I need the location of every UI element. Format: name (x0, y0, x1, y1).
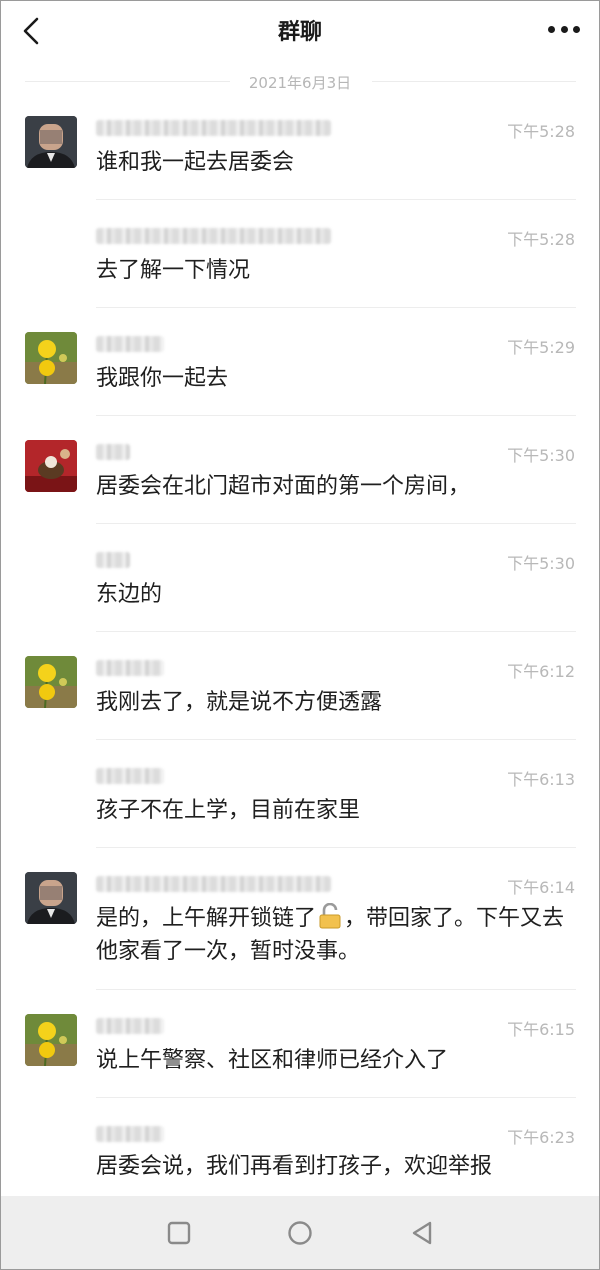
message-time: 下午6:15 (507, 1020, 575, 1039)
message-item[interactable]: 下午6:12 我刚去了，就是说不方便透露 (0, 650, 600, 740)
chat-header: 群聊 (0, 0, 600, 64)
message-item[interactable]: 下午5:28 去了解一下情况 (0, 218, 600, 308)
flower-avatar-icon (25, 656, 77, 708)
message-item[interactable]: 下午6:23 居委会说，我们再看到打孩子，欢迎举报 (0, 1116, 600, 1196)
message-text: 谁和我一起去居委会 (96, 150, 295, 175)
avatar[interactable] (25, 656, 77, 708)
flower-avatar-icon (25, 1014, 77, 1066)
sender-name-blurred (96, 768, 164, 784)
avatar[interactable] (25, 440, 77, 492)
separator (96, 199, 576, 200)
flower-avatar-icon (25, 332, 77, 384)
chat-title: 群聊 (277, 20, 322, 45)
message-time: 下午6:13 (507, 770, 575, 789)
separator (96, 739, 576, 740)
message-time: 下午5:28 (507, 122, 575, 141)
message-time: 下午6:12 (507, 662, 575, 681)
message-time: 下午5:30 (507, 554, 575, 573)
square-icon[interactable] (164, 1218, 194, 1248)
sender-name-blurred (96, 1018, 164, 1034)
message-item[interactable]: 下午5:28 谁和我一起去居委会 (0, 110, 600, 200)
message-item[interactable]: 下午6:13 孩子不在上学，目前在家里 (0, 758, 600, 848)
message-text: 去了解一下情况 (96, 258, 251, 283)
sender-name-blurred (96, 1126, 164, 1142)
separator (96, 631, 576, 632)
more-dots-icon[interactable] (548, 26, 580, 36)
person-avatar-icon (25, 872, 77, 924)
separator (96, 523, 576, 524)
sender-name-blurred (96, 336, 164, 352)
message-text: 孩子不在上学，目前在家里 (96, 798, 361, 823)
separator (96, 1097, 576, 1098)
tea-avatar-icon (25, 440, 77, 492)
sender-name-blurred (96, 444, 130, 460)
person-avatar-icon (25, 116, 77, 168)
message-text: 居委会说，我们再看到打孩子，欢迎举报 (96, 1154, 493, 1179)
message-text-part: 是的，上午解开锁链了 (96, 906, 317, 931)
message-text: 我跟你一起去 (96, 366, 229, 391)
avatar[interactable] (25, 116, 77, 168)
triangle-back-icon[interactable] (407, 1218, 437, 1248)
separator (96, 847, 576, 848)
sender-name-blurred (96, 876, 331, 892)
circle-icon[interactable] (285, 1218, 315, 1248)
avatar[interactable] (25, 1014, 77, 1066)
message-time: 下午6:23 (507, 1128, 575, 1147)
separator (96, 415, 576, 416)
date-label: 2021年6月3日 (248, 74, 352, 92)
sender-name-blurred (96, 120, 331, 136)
system-nav-bar (1, 1196, 599, 1269)
message-item[interactable]: 下午6:14 是的，上午解开锁链了 ，带回家了。下午又去他家看了一次，暂时没事。 (0, 866, 600, 990)
message-time: 下午5:29 (507, 338, 575, 357)
sender-name-blurred (96, 552, 130, 568)
message-text: 居委会在北门超市对面的第一个房间， (96, 474, 471, 499)
date-divider: 2021年6月3日 (0, 70, 600, 94)
message-item[interactable]: 下午5:29 我跟你一起去 (0, 326, 600, 416)
message-time: 下午6:14 (507, 878, 575, 897)
sender-name-blurred (96, 228, 331, 244)
message-item[interactable]: 下午5:30 居委会在北门超市对面的第一个房间， (0, 434, 600, 524)
separator (96, 989, 576, 990)
unlock-icon (318, 902, 342, 929)
message-time: 下午5:30 (507, 446, 575, 465)
message-text: 是的，上午解开锁链了 ，带回家了。下午又去他家看了一次，暂时没事。 (96, 902, 576, 968)
avatar[interactable] (25, 332, 77, 384)
message-text: 说上午警察、社区和律师已经介入了 (96, 1048, 449, 1073)
separator (96, 307, 576, 308)
message-text: 东边的 (96, 582, 163, 607)
message-time: 下午5:28 (507, 230, 575, 249)
sender-name-blurred (96, 660, 164, 676)
message-text: 我刚去了，就是说不方便透露 (96, 690, 383, 715)
avatar[interactable] (25, 872, 77, 924)
message-item[interactable]: 下午5:30 东边的 (0, 542, 600, 632)
message-item[interactable]: 下午6:15 说上午警察、社区和律师已经介入了 (0, 1008, 600, 1098)
